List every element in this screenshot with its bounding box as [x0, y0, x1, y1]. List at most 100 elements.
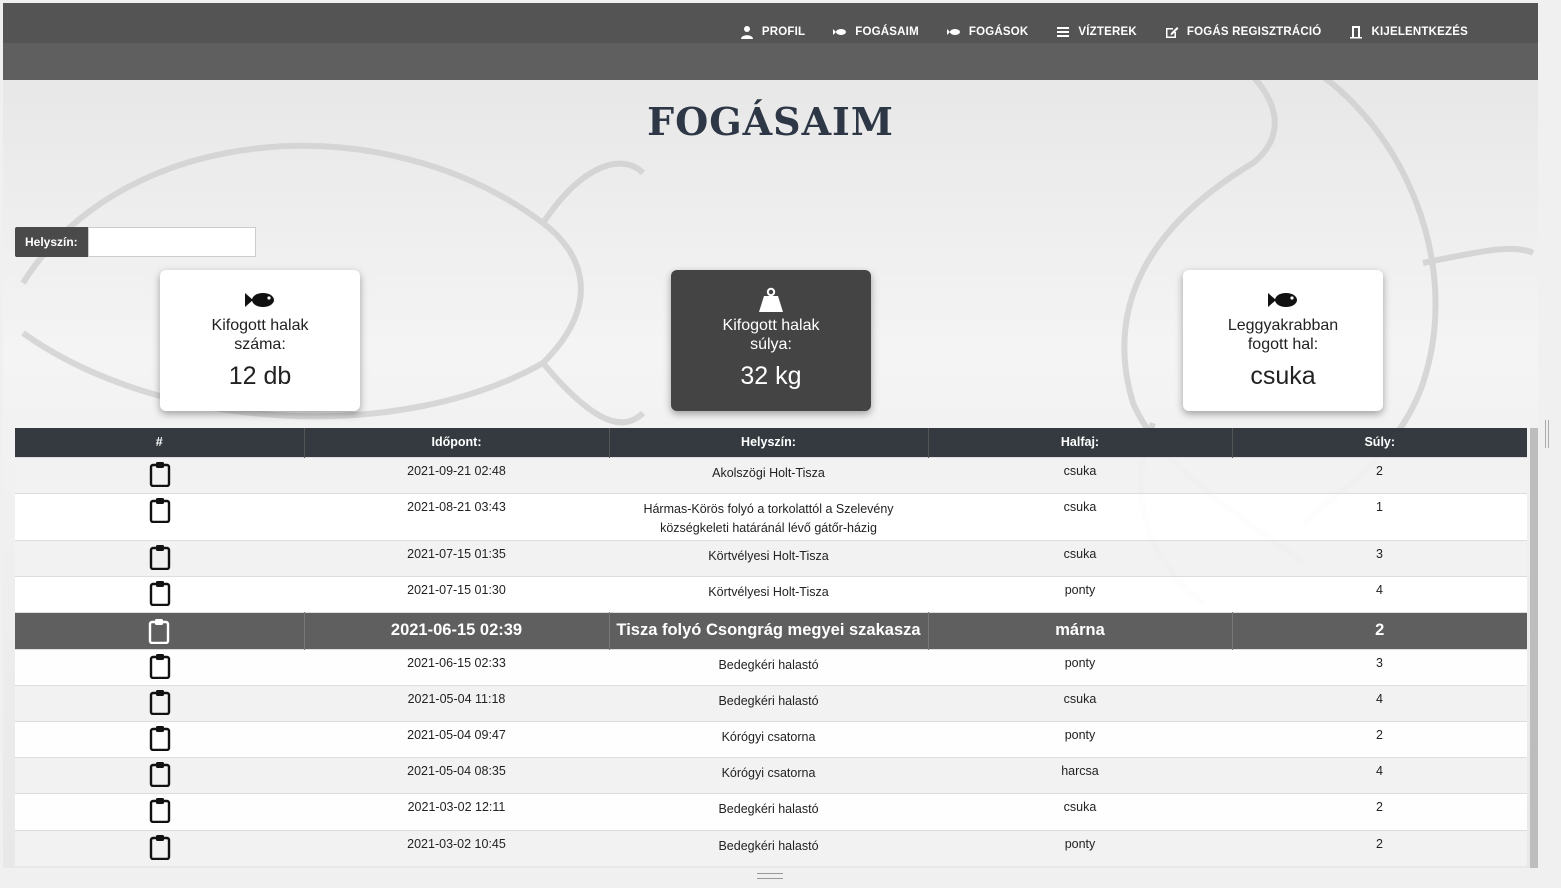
list-icon [1057, 27, 1070, 37]
row-detail-cell [15, 829, 304, 866]
row-time: 2021-06-15 02:33 [304, 648, 609, 685]
row-time: 2021-05-04 09:47 [304, 720, 609, 757]
table-row[interactable]: 2021-05-04 11:18 Bedegkéri halastó csuka 4 [15, 684, 1527, 721]
row-detail-cell [15, 492, 304, 540]
nav-profil[interactable]: PROFIL [740, 25, 805, 39]
clipboard-icon[interactable] [149, 797, 171, 823]
nav-kijelentkezes[interactable]: KIJELENTKEZÉS [1349, 25, 1468, 39]
row-time: 2021-06-15 02:39 [304, 611, 610, 649]
col-header-index[interactable]: # [15, 428, 305, 457]
row-time: 2021-03-02 10:45 [304, 829, 609, 866]
location-filter-label: Helyszín: [15, 227, 88, 257]
table-row[interactable]: 2021-05-04 08:35 Kórógyi csatorna harcsa 4 [15, 756, 1527, 793]
col-header-place[interactable]: Helyszín: [609, 428, 929, 457]
table-row[interactable]: 2021-06-15 02:39 Tisza folyó Csongrág meg… [15, 611, 1527, 649]
clipboard-icon[interactable] [148, 618, 170, 644]
nav-fogas-regisztracio[interactable]: FOGÁS REGISZTRÁCIÓ [1165, 25, 1322, 39]
row-place: Körtvélyesi Holt-Tisza [609, 539, 928, 576]
row-place: Körtvélyesi Holt-Tisza [609, 575, 928, 612]
row-weight: 4 [1232, 575, 1527, 612]
table-row[interactable]: 2021-09-21 02:48 Akolszögi Holt-Tisza csuk… [15, 456, 1527, 493]
location-filter-input[interactable] [87, 227, 256, 257]
row-place: Bedegkéri halastó [609, 648, 928, 685]
door-icon [1350, 26, 1363, 39]
nav-label: VÍZTEREK [1078, 26, 1137, 38]
stat-value: 32 kg [740, 362, 802, 390]
table-scrollbar[interactable] [1530, 428, 1538, 868]
clipboard-icon[interactable] [149, 653, 171, 679]
row-place: Bedegkéri halastó [609, 684, 928, 721]
row-place: Hármas-Körös folyó a torkolattól a Szele… [609, 492, 928, 540]
nav-fogasaim[interactable]: FOGÁSAIM [833, 25, 919, 39]
row-detail-cell [15, 539, 304, 576]
row-place: Bedegkéri halastó [609, 829, 928, 866]
bottom-resize-grip[interactable] [757, 873, 783, 879]
fish-icon [946, 29, 960, 35]
row-species: ponty [928, 575, 1232, 612]
row-place: Kórógyi csatorna [609, 720, 928, 757]
stat-label: Kifogott halak súlya: [722, 317, 820, 353]
row-time: 2021-03-02 12:11 [304, 792, 609, 830]
clipboard-icon[interactable] [149, 461, 171, 487]
row-detail-cell [15, 575, 304, 612]
row-detail-cell [15, 756, 304, 793]
row-species: csuka [928, 492, 1232, 540]
location-filter: Helyszín: [15, 227, 256, 257]
table-row[interactable]: 2021-05-04 09:47 Kórógyi csatorna ponty 2 [15, 720, 1527, 757]
col-header-time[interactable]: Időpont: [304, 428, 610, 457]
row-time: 2021-08-21 03:43 [304, 492, 609, 540]
fish-icon [245, 293, 274, 307]
fish-icon [1268, 293, 1297, 307]
row-time: 2021-07-15 01:35 [304, 539, 609, 576]
table-row[interactable]: 2021-07-15 01:30 Körtvélyesi Holt-Tisza po… [15, 575, 1527, 612]
row-place: Kórógyi csatorna [609, 756, 928, 793]
row-species: ponty [928, 720, 1232, 757]
clipboard-icon[interactable] [149, 580, 171, 606]
row-detail-cell [15, 648, 304, 685]
stat-card-top-species: Leggyakrabban fogott hal: csuka [1183, 270, 1383, 411]
col-header-weight[interactable]: Súly: [1232, 428, 1527, 457]
row-species: márna [928, 611, 1233, 649]
table-row[interactable]: 2021-08-21 03:43 Hármas-Körös folyó a tor… [15, 492, 1527, 540]
clipboard-icon[interactable] [149, 761, 171, 787]
table-row[interactable]: 2021-07-15 01:35 Körtvélyesi Holt-Tisza cs… [15, 539, 1527, 576]
nav-vizterek[interactable]: VÍZTEREK [1056, 25, 1137, 39]
edit-icon [1165, 27, 1179, 38]
nav-label: PROFIL [761, 26, 806, 38]
clipboard-icon[interactable] [149, 689, 171, 715]
clipboard-icon[interactable] [149, 497, 171, 523]
stat-value: csuka [1250, 362, 1316, 390]
row-weight: 3 [1232, 539, 1527, 576]
row-weight: 3 [1232, 648, 1527, 685]
stat-value: 12 db [228, 362, 292, 390]
table-row[interactable]: 2021-03-02 12:11 Bedegkéri halastó csuka 2 [15, 792, 1527, 830]
row-weight: 4 [1232, 684, 1527, 721]
nav-fogasok[interactable]: FOGÁSOK [946, 25, 1029, 39]
table-header-row: # Időpont: Helyszín: Halfaj: Súly: [15, 428, 1527, 457]
col-header-species[interactable]: Halfaj: [928, 428, 1233, 457]
row-weight: 2 [1232, 792, 1527, 830]
table-row[interactable]: 2021-06-15 02:33 Bedegkéri halastó ponty 3 [15, 648, 1527, 685]
resize-handle[interactable] [1545, 420, 1549, 448]
row-weight: 2 [1232, 456, 1527, 493]
table-row[interactable]: 2021-03-02 10:45 Bedegkéri halastó ponty 2 [15, 829, 1527, 866]
stat-label: Leggyakrabban fogott hal: [1227, 317, 1339, 353]
row-place: Akolszögi Holt-Tisza [609, 456, 928, 493]
clipboard-icon[interactable] [149, 725, 171, 751]
nav-label: FOGÁS REGISZTRÁCIÓ [1186, 26, 1322, 38]
row-time: 2021-05-04 11:18 [304, 684, 609, 721]
stat-card-weight: Kifogott halak súlya: 32 kg [671, 270, 871, 411]
clipboard-icon[interactable] [149, 544, 171, 570]
stat-label: Kifogott halak száma: [211, 317, 309, 353]
row-detail-cell [15, 720, 304, 757]
row-species: ponty [928, 648, 1232, 685]
user-icon [740, 26, 753, 39]
row-detail-cell [15, 456, 304, 493]
row-detail-cell [15, 684, 304, 721]
nav-label: FOGÁSAIM [855, 26, 919, 38]
row-time: 2021-05-04 08:35 [304, 756, 609, 793]
top-navbar: PROFIL FOGÁSAIM FOGÁSOK VÍZTEREK FOGÁS R… [3, 3, 1538, 80]
row-detail-cell [15, 792, 304, 830]
clipboard-icon[interactable] [149, 834, 171, 860]
page-title: FOGÁSAIM [647, 99, 894, 144]
